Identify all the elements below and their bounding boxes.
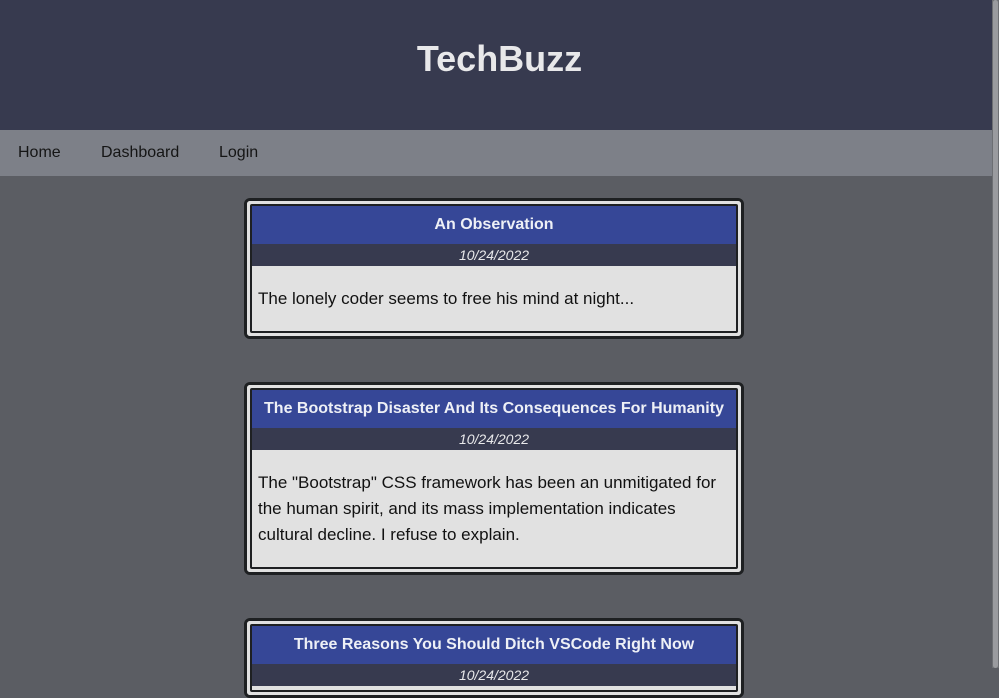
nav-bar: Home Dashboard Login xyxy=(0,130,999,176)
post-date: 10/24/2022 xyxy=(252,664,736,686)
post-date: 10/24/2022 xyxy=(252,428,736,450)
nav-link-login[interactable]: Login xyxy=(219,143,258,163)
post-body: The "Bootstrap" CSS framework has been a… xyxy=(258,473,717,544)
post-body: The lonely coder seems to free his mind … xyxy=(258,289,635,308)
post-title[interactable]: An Observation xyxy=(252,206,736,244)
post-date: 10/24/2022 xyxy=(252,244,736,266)
post-card[interactable]: Three Reasons You Should Ditch VSCode Ri… xyxy=(244,618,744,698)
site-title: TechBuzz xyxy=(416,38,583,79)
post-title[interactable]: The Bootstrap Disaster And Its Consequen… xyxy=(252,390,736,428)
nav-link-dashboard[interactable]: Dashboard xyxy=(101,143,179,163)
scrollbar-thumb[interactable] xyxy=(993,0,998,668)
page-scrollbar[interactable] xyxy=(992,0,999,668)
post-card-inner: An Observation 10/24/2022 The lonely cod… xyxy=(250,204,738,333)
site-header: TechBuzz xyxy=(0,0,999,130)
nav-link-home[interactable]: Home xyxy=(18,143,61,163)
post-card-inner: Three Reasons You Should Ditch VSCode Ri… xyxy=(250,624,738,692)
post-card[interactable]: An Observation 10/24/2022 The lonely cod… xyxy=(244,198,744,339)
post-card-inner: The Bootstrap Disaster And Its Consequen… xyxy=(250,388,738,569)
post-card[interactable]: The Bootstrap Disaster And Its Consequen… xyxy=(244,382,744,575)
post-title[interactable]: Three Reasons You Should Ditch VSCode Ri… xyxy=(252,626,736,664)
